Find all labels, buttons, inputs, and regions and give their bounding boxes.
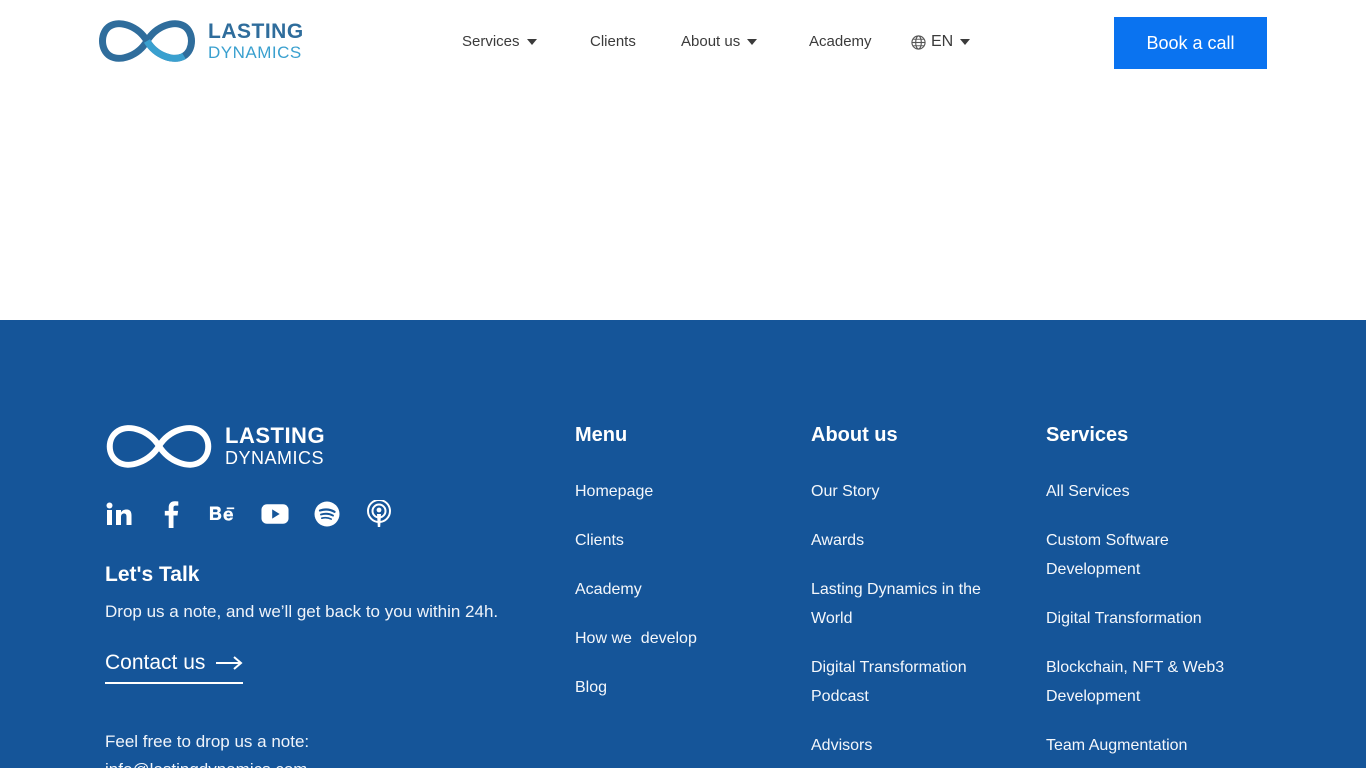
infinity-logo-icon [106, 425, 212, 468]
footer-link-our-story[interactable]: Our Story [811, 477, 1011, 506]
linkedin-icon[interactable] [105, 500, 133, 528]
footer-menu-column: Menu Homepage Clients Academy How we dev… [575, 424, 775, 722]
footer-logo-line2: DYNAMICS [225, 448, 325, 468]
book-call-button[interactable]: Book a call [1114, 17, 1267, 69]
arrow-right-icon [216, 656, 243, 670]
footer-link-team-augmentation[interactable]: Team Augmentation [1046, 731, 1246, 760]
lets-talk-subtitle: Drop us a note, and we’ll get back to yo… [105, 602, 499, 621]
chevron-down-icon [747, 38, 758, 45]
contact-us-link[interactable]: Contact us [105, 651, 244, 684]
footer-link-how-we-develop[interactable]: How we develop [575, 624, 775, 653]
footer-link-podcast[interactable]: Digital Transformation Podcast [811, 653, 1011, 711]
social-links [105, 500, 417, 528]
footer-link-digital-transformation[interactable]: Digital Transformation [1046, 604, 1246, 633]
services-heading: Services [1046, 424, 1129, 446]
globe-icon [911, 34, 926, 50]
nav-about-label: About us [681, 33, 741, 50]
footer-link-blockchain[interactable]: Blockchain, NFT & Web3 Development [1046, 653, 1246, 711]
site-footer: LASTING DYNAMICS Let's Talk Drop us a no… [0, 320, 1366, 768]
spotify-icon[interactable] [313, 500, 341, 528]
footer-link-homepage[interactable]: Homepage [575, 477, 775, 506]
language-label: EN [931, 33, 954, 50]
footer-logo-wordmark: LASTING DYNAMICS [225, 423, 326, 468]
footer-link-all-services[interactable]: All Services [1046, 477, 1246, 506]
chevron-down-icon [526, 38, 537, 45]
menu-heading: Menu [575, 424, 628, 446]
logo-wordmark: LASTING DYNAMICS [208, 21, 304, 61]
footer-logo[interactable]: LASTING DYNAMICS [105, 422, 325, 470]
nav-services-label: Services [462, 33, 520, 50]
nav-clients-label: Clients [590, 33, 636, 50]
footer-link-in-the-world[interactable]: Lasting Dynamics in the World [811, 575, 1011, 633]
footer-link-custom-software[interactable]: Custom Software Development [1046, 526, 1246, 584]
nav-clients[interactable]: Clients [590, 33, 636, 50]
lets-talk-heading: Let's Talk [105, 563, 200, 586]
footer-logo-line1: LASTING [225, 423, 326, 448]
podcast-icon[interactable] [365, 500, 393, 528]
contact-us-label: Contact us [105, 651, 206, 674]
footer-link-advisors[interactable]: Advisors [811, 731, 1011, 760]
behance-icon[interactable] [209, 500, 237, 528]
header-logo[interactable]: LASTING DYNAMICS [98, 18, 304, 64]
footer-services-column: Services All Services Custom Software De… [1046, 424, 1246, 768]
chevron-down-icon [960, 39, 971, 45]
about-heading: About us [811, 424, 898, 446]
note-label: Feel free to drop us a note: [105, 732, 310, 751]
email-link[interactable]: info@lastingdynamics.com [105, 760, 307, 768]
language-selector[interactable]: EN [911, 33, 971, 51]
logo-line2: DYNAMICS [208, 43, 302, 62]
footer-link-clients[interactable]: Clients [575, 526, 775, 555]
footer-link-academy[interactable]: Academy [575, 575, 775, 604]
footer-about-column: About us Our Story Awards Lasting Dynami… [811, 424, 1011, 768]
infinity-logo-icon [99, 20, 195, 62]
nav-academy[interactable]: Academy [809, 33, 872, 50]
youtube-icon[interactable] [261, 500, 289, 528]
nav-academy-label: Academy [809, 33, 872, 50]
footer-link-blog[interactable]: Blog [575, 673, 775, 702]
nav-about[interactable]: About us [681, 33, 758, 50]
footer-link-awards[interactable]: Awards [811, 526, 1011, 555]
site-header: LASTING DYNAMICS Services Clients About … [0, 0, 1366, 86]
nav-services[interactable]: Services [462, 33, 537, 50]
facebook-icon[interactable] [157, 500, 185, 528]
logo-line1: LASTING [208, 20, 304, 43]
